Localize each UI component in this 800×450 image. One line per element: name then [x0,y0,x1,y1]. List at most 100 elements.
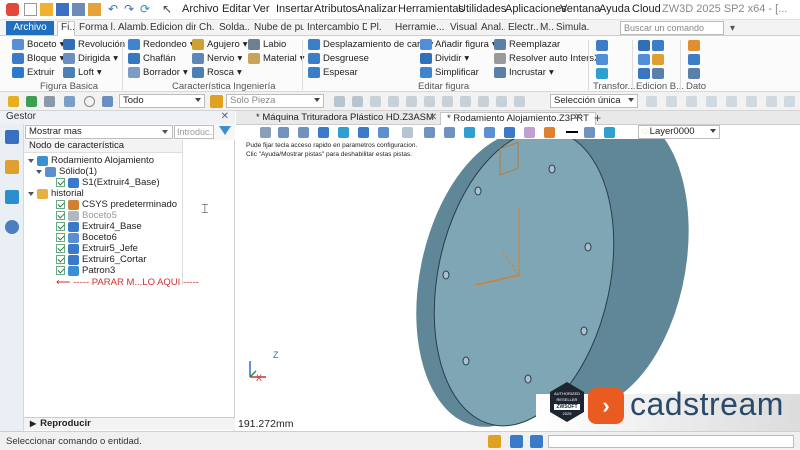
tree-search-input[interactable]: Introduc... [174,125,214,139]
snap-midpoint-icon[interactable] [666,96,677,107]
tab-m[interactable]: M... [540,22,554,33]
color-icon[interactable] [524,127,535,138]
filter-icon[interactable] [64,96,75,107]
revolucion-button[interactable]: Revolución [63,39,125,50]
visibility-checkbox[interactable] [56,211,65,220]
tree-item[interactable]: Boceto5 [56,210,117,221]
tab-herramientas[interactable]: Herramie... [395,22,445,33]
fit-view-icon[interactable] [318,127,329,138]
tree-history[interactable]: historial [28,188,84,199]
datum-csys-icon[interactable] [688,68,700,79]
menu-insertar[interactable]: Insertar [276,3,313,15]
agujero-button[interactable]: Agujero ▾ [192,39,248,50]
stitch-icon[interactable] [652,68,664,79]
visibility-checkbox[interactable] [56,200,65,209]
settings-icon[interactable] [88,3,101,16]
patch-icon[interactable] [652,54,664,65]
edge-color-icon[interactable] [544,127,555,138]
select-icon[interactable] [8,96,19,107]
labio-button[interactable]: Labio [248,39,286,50]
point-pick-icon[interactable] [388,96,399,107]
dim-pick-icon[interactable] [478,96,489,107]
snap-grid-icon[interactable] [784,96,795,107]
move-icon[interactable] [596,40,608,51]
menu-aplicaciones[interactable]: Aplicaciones [505,3,567,15]
menu-ayuda[interactable]: Ayuda [599,3,630,15]
visibility-checkbox[interactable] [56,266,65,275]
snap-perp-icon[interactable] [746,96,757,107]
tree-item[interactable]: Extruir6_Cortar [56,254,146,265]
layer-dropdown[interactable]: ◌ Layer0000 [638,125,720,139]
visibility-checkbox[interactable] [56,233,65,242]
borrador-button[interactable]: Borrador ▾ [128,67,188,78]
bloque-button[interactable]: Bloque ▾ [12,53,64,64]
snap-tangent-icon[interactable] [706,96,717,107]
snap-point-icon[interactable] [646,96,657,107]
close-tab-icon[interactable]: ✕ [429,112,437,123]
face-pick-icon[interactable] [370,96,381,107]
redo-icon[interactable]: ↷ [124,3,137,16]
datum-pick-icon[interactable] [460,96,471,107]
datum-plane-icon[interactable] [688,40,700,51]
simplificar-button[interactable]: Simplificar [420,67,479,78]
heal-icon[interactable] [638,68,650,79]
explode-icon[interactable] [444,127,455,138]
lights-icon[interactable] [484,127,495,138]
appearance-icon[interactable] [504,127,515,138]
pan-icon[interactable] [278,127,289,138]
tab-forma-libre[interactable]: Forma l... [79,22,115,33]
snap-icon[interactable] [84,96,95,107]
tree-solid[interactable]: Sólido(1) [36,166,97,177]
user-icon[interactable] [5,220,19,234]
open-folder-icon[interactable] [40,3,53,16]
espesar-button[interactable]: Espesar [308,67,358,78]
edge-edit-icon[interactable] [652,40,664,51]
part-icon[interactable] [210,95,223,108]
menu-ventana[interactable]: Ventana [560,3,600,15]
view-manager-icon[interactable] [5,190,19,204]
selection-mode-dropdown[interactable]: Selección única [550,94,638,108]
dividir-button[interactable]: Dividir ▾ [420,53,469,64]
save-all-icon[interactable] [72,3,85,16]
tab-alambre[interactable]: Alamb... [118,22,148,33]
show-more-dropdown[interactable]: Mostrar mas [25,125,173,139]
render-icon[interactable] [402,127,413,138]
text-pick-icon[interactable] [496,96,507,107]
part-mode-dropdown[interactable]: Solo Pieza [226,94,324,108]
input-mode-icon[interactable] [488,435,501,448]
tab-part-doc[interactable]: * Rodamiento Alojamiento.Z3PRT [440,112,596,125]
command-search-input[interactable]: Buscar un comando [620,21,724,35]
history-manager-icon[interactable] [5,130,19,144]
funnel-filter-icon[interactable] [219,126,231,135]
material-button[interactable]: Material ▾ [248,53,305,64]
close-tab-icon[interactable]: ✕ [574,112,582,123]
curve-pick-icon[interactable] [406,96,417,107]
snap-angle-icon[interactable] [766,96,777,107]
menu-herramientas[interactable]: Herramientas [398,3,464,15]
replay-section[interactable]: ▶ Reproducir [24,417,235,430]
regen-icon[interactable]: ⟳ [140,3,153,16]
tree-item[interactable]: Extruir4_Base [56,221,142,232]
view-select-icon[interactable] [102,96,113,107]
layout-icon[interactable] [530,435,543,448]
solid-pick-icon[interactable] [424,96,435,107]
visibility-checkbox[interactable] [56,222,65,231]
tab-nube-puntos[interactable]: Nube de pu... [254,22,304,33]
line-style-icon[interactable] [584,127,595,138]
pick-icon[interactable] [44,96,55,107]
tab-simulacion[interactable]: Simula... [556,22,590,33]
pointer-icon[interactable]: ↖ [162,3,175,16]
menu-analizar[interactable]: Analizar [357,3,397,15]
rotate-icon[interactable] [298,127,309,138]
pattern-icon[interactable] [596,68,608,79]
tab-electrico[interactable]: Electr... [508,22,538,33]
extruir-button[interactable]: Extruir [12,67,54,78]
tree-item[interactable]: Patron3 [56,265,115,276]
tab-edicion-directa[interactable]: Edicion dir... [150,22,196,33]
section-icon[interactable] [424,127,435,138]
layer-toggle-icon[interactable] [604,127,615,138]
tab-intercambio[interactable]: Intercambio D... [307,22,367,33]
snap-quadrant-icon[interactable] [726,96,737,107]
desplazamiento-cara-button[interactable]: Desplazamiento de cara ▾ [308,39,433,50]
loft-button[interactable]: Loft ▾ [63,67,102,78]
